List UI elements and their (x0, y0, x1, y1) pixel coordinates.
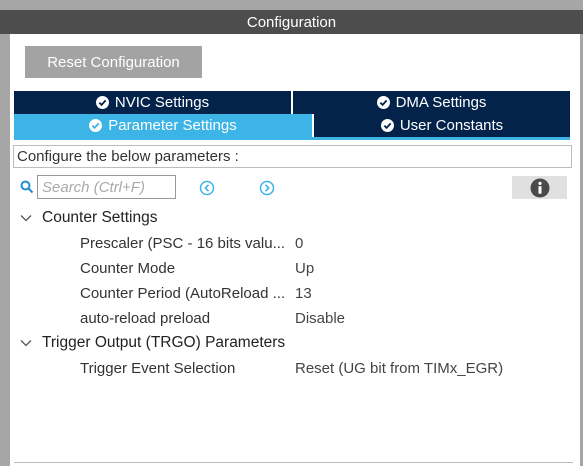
reset-configuration-button[interactable]: Reset Configuration (25, 46, 202, 78)
tab-parameter-settings[interactable]: Parameter Settings (14, 114, 312, 137)
param-label-prescaler[interactable]: Prescaler (PSC - 16 bits valu... (80, 235, 285, 252)
panel-title-text: Configuration (246, 13, 337, 31)
tab-dma-settings[interactable]: DMA Settings (293, 91, 570, 114)
chevron-down-icon (20, 215, 32, 222)
panel-title: Configuration (0, 10, 583, 34)
param-value-trigger-event-selection[interactable]: Reset (UG bit from TIMx_EGR) (295, 360, 503, 377)
description-text: Configure the below parameters : (17, 148, 239, 165)
check-circle-icon (376, 96, 390, 109)
tab-nvic-settings[interactable]: NVIC Settings (14, 91, 291, 114)
check-circle-icon (95, 96, 109, 109)
description-field: Configure the below parameters : (13, 145, 572, 168)
tab-label: NVIC Settings (114, 94, 210, 111)
tab-underline (14, 137, 570, 140)
chevron-down-icon (20, 340, 32, 347)
param-value-counter-period[interactable]: 13 (295, 285, 312, 302)
check-circle-icon (89, 119, 103, 132)
group-label: Trigger Output (TRGO) Parameters (42, 334, 286, 351)
chevron-right-circle-icon[interactable] (259, 180, 275, 196)
group-counter-settings[interactable]: Counter Settings (19, 208, 157, 228)
group-trigger-output[interactable]: Trigger Output (TRGO) Parameters (19, 333, 285, 353)
search-icon (20, 180, 34, 194)
param-value-prescaler[interactable]: 0 (295, 235, 303, 252)
tab-user-constants[interactable]: User Constants (314, 114, 570, 137)
param-label-counter-mode[interactable]: Counter Mode (80, 260, 175, 277)
tab-label: Parameter Settings (108, 117, 237, 134)
param-label-counter-period[interactable]: Counter Period (AutoReload ... (80, 285, 285, 302)
info-icon (530, 178, 549, 197)
search-input[interactable] (37, 175, 176, 199)
info-button[interactable] (512, 176, 567, 199)
param-label-auto-reload-preload[interactable]: auto-reload preload (80, 310, 210, 327)
panel-bottom-divider (14, 462, 573, 463)
group-label: Counter Settings (42, 209, 158, 226)
param-value-counter-mode[interactable]: Up (295, 260, 314, 277)
param-label-trigger-event-selection[interactable]: Trigger Event Selection (80, 360, 235, 377)
param-value-auto-reload-preload[interactable]: Disable (295, 310, 345, 327)
panel-top-border (0, 0, 583, 10)
tab-label: User Constants (399, 117, 504, 134)
check-circle-icon (380, 119, 394, 132)
chevron-left-circle-icon[interactable] (199, 180, 215, 196)
tab-label: DMA Settings (395, 94, 487, 111)
